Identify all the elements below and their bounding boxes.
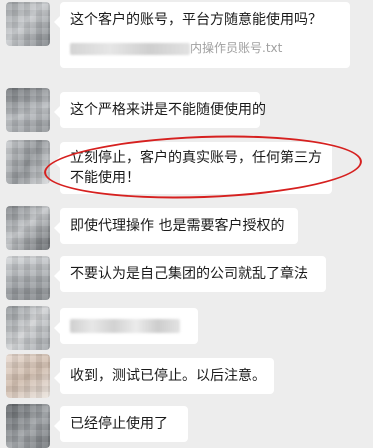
- message-text: 已经停止使用了: [70, 416, 168, 432]
- sender-avatar[interactable]: [6, 404, 50, 448]
- message-bubble[interactable]: 即使代理操作 也是需要客户授权的: [54, 208, 298, 244]
- blurred-filename-prefix: [70, 42, 190, 55]
- message-bubble[interactable]: 不要认为是自己集团的公司就乱了章法: [54, 256, 326, 292]
- file-attachment[interactable]: 内操作员账号.txt: [70, 40, 340, 56]
- message-text: 即使代理操作 也是需要客户授权的: [70, 218, 285, 234]
- file-name: 内操作员账号.txt: [190, 41, 283, 55]
- sender-avatar[interactable]: [6, 140, 50, 184]
- message-text: 这个严格来讲是不能随便使用的: [70, 102, 266, 118]
- message-text: 立刻停止，客户的真实账号，任何第三方不能使用！: [70, 150, 322, 186]
- sender-avatar[interactable]: [6, 2, 50, 46]
- blurred-message-text: [70, 319, 180, 333]
- message-text: 不要认为是自己集团的公司就乱了章法: [70, 266, 308, 282]
- message-bubble[interactable]: 已经停止使用了: [54, 406, 188, 442]
- message-text: 这个客户的账号，平台方随意能使用吗？: [70, 12, 322, 28]
- message-bubble[interactable]: 这个客户的账号，平台方随意能使用吗？ 内操作员账号.txt: [54, 2, 350, 68]
- message-bubble[interactable]: 收到，测试已停止。以后注意。: [54, 358, 274, 394]
- message-bubble[interactable]: 立刻停止，客户的真实账号，任何第三方不能使用！: [54, 142, 332, 194]
- message-bubble[interactable]: [54, 308, 198, 344]
- sender-avatar[interactable]: [6, 306, 50, 350]
- sender-avatar[interactable]: [6, 88, 50, 132]
- message-text: 收到，测试已停止。以后注意。: [70, 368, 266, 384]
- message-bubble[interactable]: 这个严格来讲是不能随便使用的: [54, 92, 266, 128]
- sender-avatar[interactable]: [6, 354, 50, 398]
- sender-avatar[interactable]: [6, 206, 50, 250]
- sender-avatar[interactable]: [6, 256, 50, 300]
